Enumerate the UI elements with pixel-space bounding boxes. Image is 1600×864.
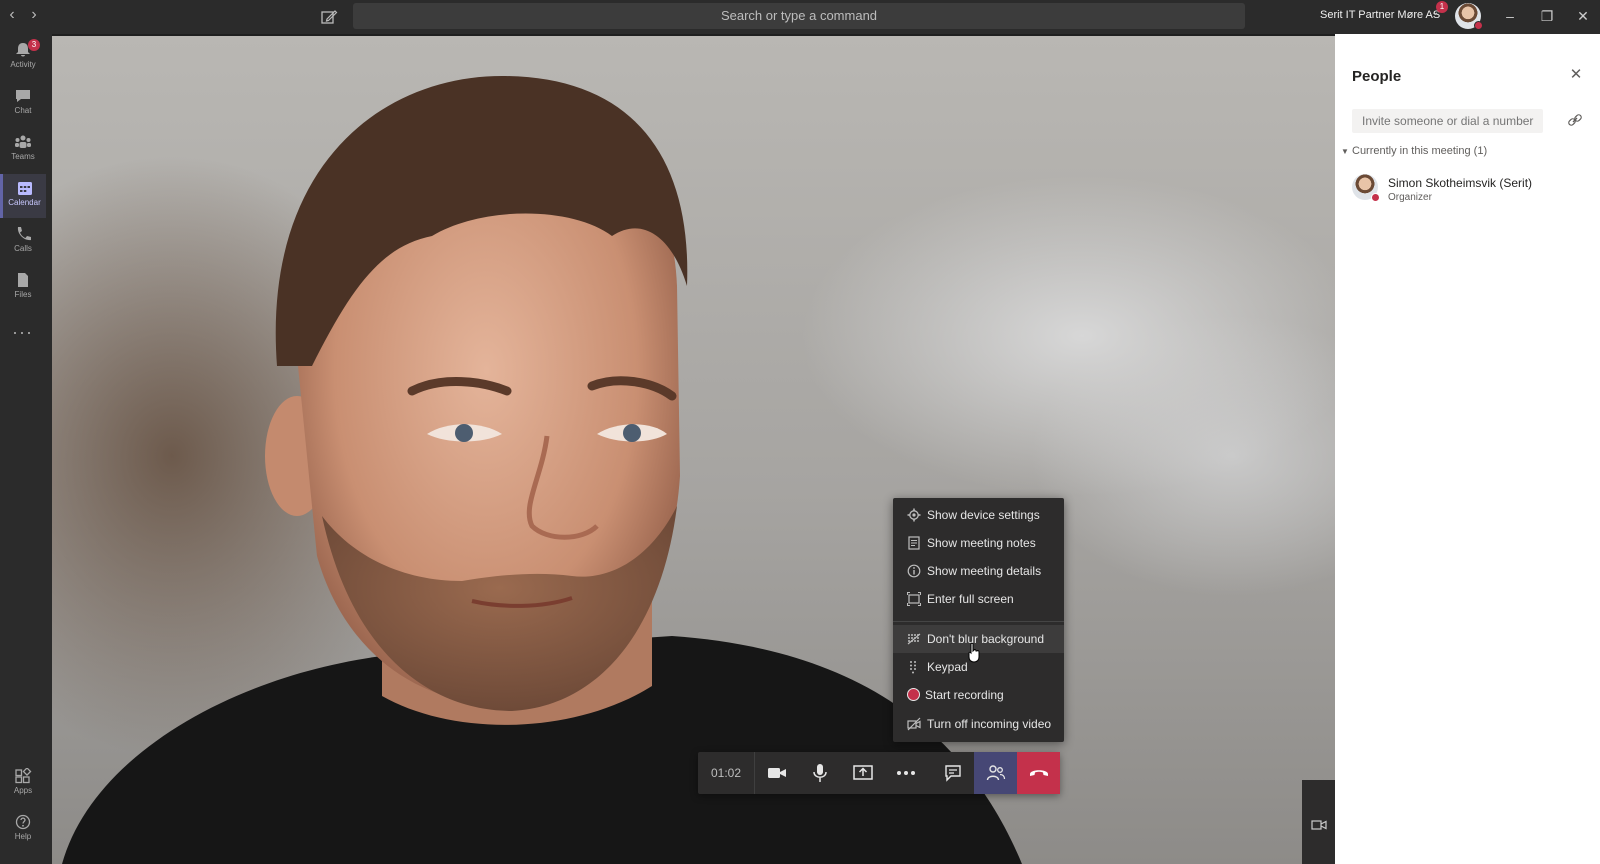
chat-icon	[16, 90, 30, 102]
search-input[interactable]: Search or type a command	[353, 3, 1245, 29]
panel-title: People	[1352, 68, 1402, 85]
more-options-icon	[897, 771, 915, 775]
minimize-icon[interactable]: –	[1500, 6, 1520, 26]
call-controls: 01:02	[698, 752, 1060, 794]
title-bar: ‹ › Search or type a command Serit IT Pa…	[0, 0, 1600, 34]
chat-icon	[945, 765, 961, 782]
self-video-toggle[interactable]	[1302, 780, 1335, 864]
record-icon	[907, 688, 920, 701]
menu-item-device-settings[interactable]: Show device settings	[893, 501, 1064, 529]
rail-label: Apps	[13, 786, 33, 795]
presence-busy-icon	[1474, 21, 1483, 30]
menu-item-label: Start recording	[925, 688, 1004, 702]
participant-name: Simon Skotheimsvik (Serit)	[1388, 176, 1533, 190]
microphone-icon	[813, 764, 827, 782]
tenant-notification-badge: 1	[1436, 1, 1448, 13]
mouse-cursor-icon	[968, 643, 980, 663]
microphone-button[interactable]	[798, 752, 841, 794]
participants-icon	[986, 765, 1006, 781]
rail-label: Teams	[11, 152, 35, 161]
tenant-switcher[interactable]: Serit IT Partner Møre AS	[1320, 9, 1440, 21]
video-off-icon	[907, 717, 921, 731]
help-icon	[15, 814, 31, 830]
call-timer: 01:02	[698, 752, 755, 794]
menu-divider	[893, 621, 1064, 622]
participant-video	[62, 76, 1022, 864]
fullscreen-icon	[907, 592, 921, 606]
teams-window: ‹ › Search or type a command Serit IT Pa…	[0, 0, 1600, 864]
video-stage: Show device settings Show meeting notes …	[52, 36, 1335, 864]
menu-item-meeting-details[interactable]: Show meeting details	[893, 557, 1064, 585]
participants-section-header[interactable]: ▼ Currently in this meeting (1)	[1341, 145, 1487, 157]
camera-button[interactable]	[755, 752, 798, 794]
menu-item-label: Keypad	[927, 660, 968, 674]
rail-item-help[interactable]: Help	[0, 808, 46, 852]
menu-item-label: Enter full screen	[927, 592, 1014, 606]
rail-label: Activity	[10, 60, 36, 69]
rail-label: Help	[14, 832, 32, 841]
teams-icon	[15, 135, 31, 148]
chevron-right-icon[interactable]: ›	[24, 6, 44, 24]
invite-input[interactable]	[1352, 109, 1543, 133]
menu-item-label: Show meeting notes	[927, 536, 1036, 550]
menu-item-label: Turn off incoming video	[927, 717, 1052, 731]
participant-row[interactable]: Simon Skotheimsvik (Serit) Organizer	[1352, 172, 1592, 208]
menu-item-label: Show meeting details	[927, 564, 1042, 578]
people-panel: People ✕ ▼Currently in this meeting (1) …	[1335, 34, 1600, 864]
participant-role: Organizer	[1388, 192, 1432, 203]
files-icon	[18, 273, 28, 287]
activity-badge: 3	[28, 39, 40, 51]
camera-icon	[768, 768, 786, 778]
blur-icon	[907, 633, 921, 645]
participants-button[interactable]	[974, 752, 1017, 794]
keypad-icon	[910, 661, 916, 674]
phone-icon	[17, 227, 31, 241]
rail-label: Calendar	[8, 198, 41, 207]
restore-icon[interactable]: ❐	[1537, 6, 1557, 26]
share-button[interactable]	[841, 752, 884, 794]
menu-item-turn-off-incoming-video[interactable]: Turn off incoming video	[893, 710, 1064, 738]
compose-icon[interactable]	[320, 8, 338, 26]
menu-item-start-recording[interactable]: Start recording	[893, 681, 1064, 709]
more-apps-icon[interactable]: ···	[12, 322, 33, 343]
menu-item-label: Don't blur background	[927, 632, 1045, 646]
more-options-menu: Show device settings Show meeting notes …	[893, 498, 1064, 742]
close-window-icon[interactable]: ✕	[1573, 6, 1593, 26]
gear-icon	[907, 508, 921, 522]
rail-item-apps[interactable]: Apps	[0, 762, 46, 806]
more-options-button[interactable]	[884, 752, 927, 794]
rail-item-files[interactable]: Files	[0, 266, 46, 310]
close-icon[interactable]: ✕	[1569, 67, 1583, 82]
notes-icon	[908, 536, 920, 550]
hang-up-icon	[1030, 770, 1048, 776]
conversation-button[interactable]	[931, 752, 974, 794]
rail-item-calendar[interactable]: Calendar	[0, 174, 46, 218]
chevron-down-icon: ▼	[1341, 147, 1349, 156]
chevron-left-icon[interactable]: ‹	[2, 6, 22, 24]
app-rail: Activity 3 Chat Teams Calendar Calls Fil…	[0, 34, 52, 864]
calendar-icon	[17, 182, 32, 195]
rail-item-activity[interactable]: Activity 3	[0, 36, 46, 80]
hang-up-button[interactable]	[1017, 752, 1060, 794]
share-screen-icon	[853, 765, 873, 780]
menu-item-meeting-notes[interactable]: Show meeting notes	[893, 529, 1064, 557]
presence-busy-icon	[1371, 193, 1380, 202]
menu-item-label: Show device settings	[927, 508, 1040, 522]
rail-label: Chat	[14, 106, 32, 115]
rail-item-chat[interactable]: Chat	[0, 82, 46, 126]
menu-item-full-screen[interactable]: Enter full screen	[893, 585, 1064, 613]
section-label: Currently in this meeting (1)	[1352, 145, 1488, 157]
apps-icon	[15, 768, 32, 784]
share-link-icon[interactable]	[1567, 112, 1583, 128]
rail-label: Files	[14, 290, 32, 299]
rail-item-calls[interactable]: Calls	[0, 220, 46, 264]
video-icon	[1311, 820, 1327, 830]
rail-label: Calls	[14, 244, 32, 253]
rail-item-teams[interactable]: Teams	[0, 128, 46, 172]
info-icon	[907, 564, 921, 578]
